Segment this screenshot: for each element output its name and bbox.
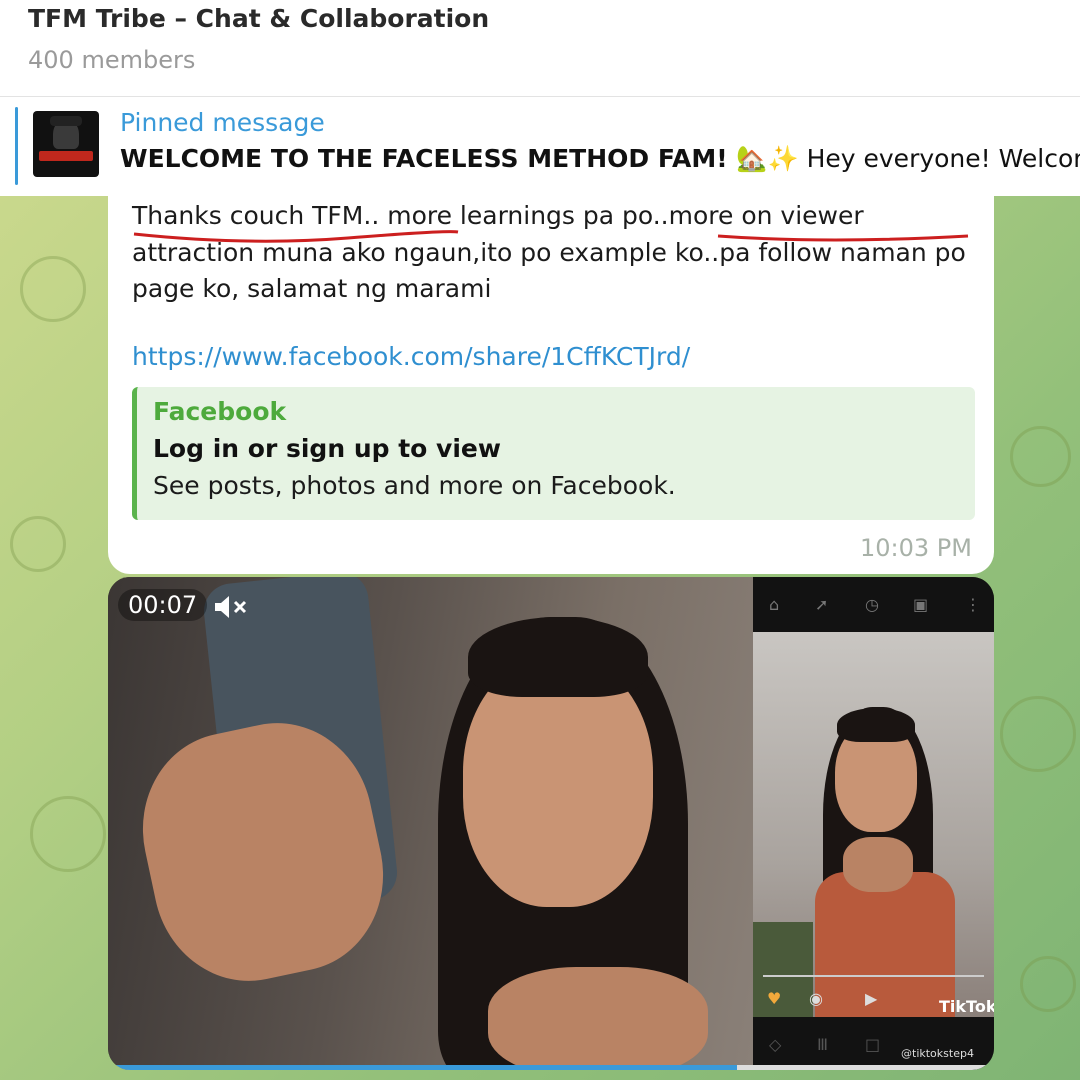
message-text: Thanks couch TFM.. more learnings pa po.… [132,198,982,308]
speaker-muted-icon[interactable] [212,593,250,621]
link-preview-title: Log in or sign up to view [153,434,501,463]
pinned-indicator [15,107,18,185]
pinned-preview: Hey everyone! Welcome s [806,144,1080,173]
tiktok-handle: @tiktokstep4 [901,1047,974,1060]
pinned-text: WELCOME TO THE FACELESS METHOD FAM! 🏡✨ H… [120,144,1080,174]
facebook-link[interactable]: https://www.facebook.com/share/1CffKCTJr… [132,342,690,371]
pinned-label: Pinned message [120,108,325,137]
message-bubble[interactable]: Thanks couch TFM.. more learnings pa po.… [108,182,994,574]
pinned-thumbnail [33,111,99,177]
video-message[interactable]: ⌂ ➚ ◷ ▣ ⋮ ♥ ◉ ▶ ◇ Ⅲ □ TikTok @tiktokstep4 0… [108,577,994,1070]
chat-title: TFM Tribe – Chat & Collaboration [28,4,490,33]
red-underline-annotation [133,230,969,243]
video-frame-main [108,577,753,1070]
link-preview-site: Facebook [153,397,287,426]
message-line: page ko, salamat ng marami [132,274,492,303]
member-count: 400 members [28,46,196,74]
video-progress-bar[interactable] [108,1065,994,1070]
link-preview[interactable]: Facebook Log in or sign up to view See p… [132,387,975,520]
message-time: 10:03 PM [860,534,972,562]
pinned-headline: WELCOME TO THE FACELESS METHOD FAM! 🏡✨ [120,144,799,173]
tiktok-top-icons: ⌂ ➚ ◷ ▣ ⋮ [769,595,981,614]
video-frame-side: ⌂ ➚ ◷ ▣ ⋮ ♥ ◉ ▶ ◇ Ⅲ □ TikTok @tiktokstep4 [753,577,994,1070]
video-progress-fill [108,1065,738,1070]
video-duration: 00:07 [118,589,208,621]
link-preview-description: See posts, photos and more on Facebook. [153,471,676,500]
chat-header[interactable]: TFM Tribe – Chat & Collaboration 400 mem… [0,0,1080,97]
tiktok-watermark: TikTok [939,997,994,1016]
